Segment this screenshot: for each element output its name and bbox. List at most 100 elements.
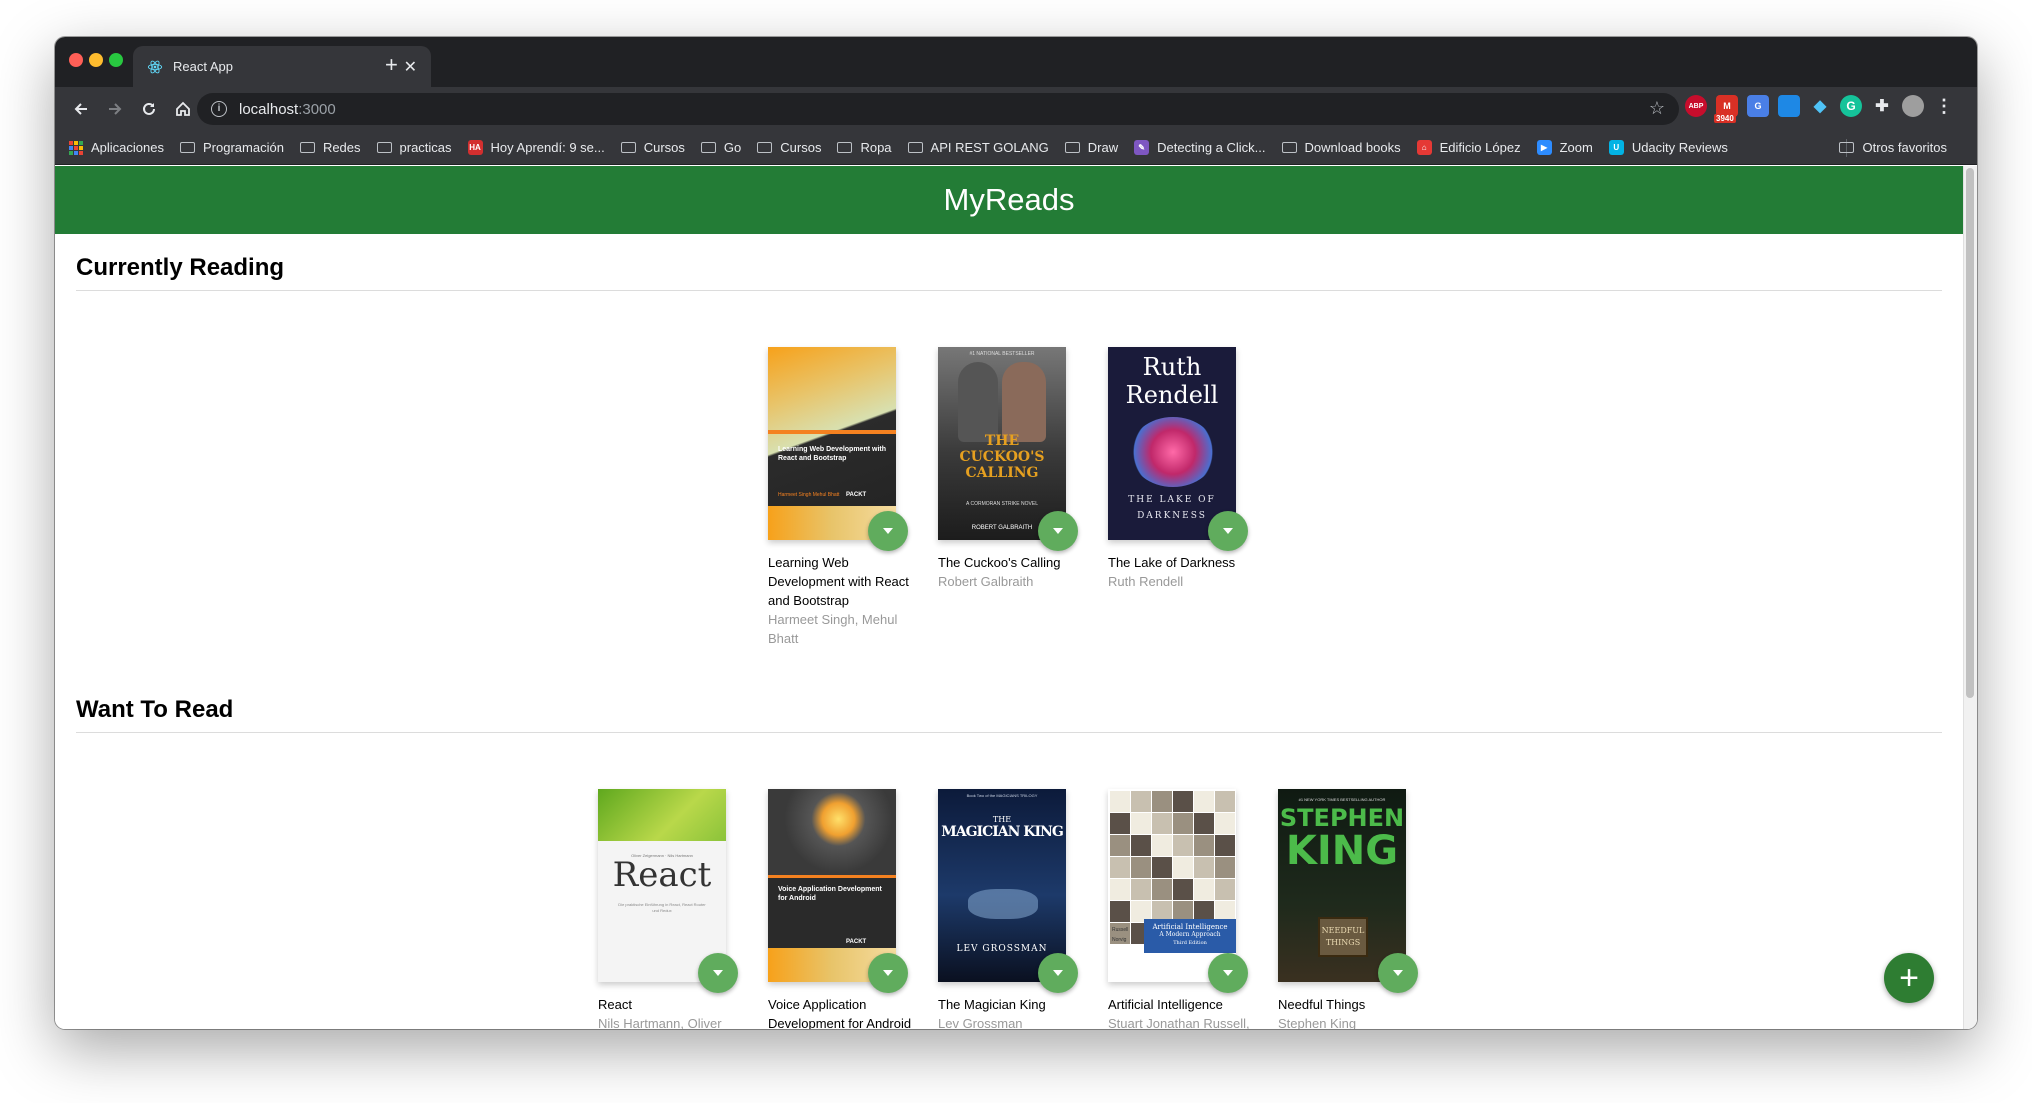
url-port: :3000 [298, 100, 336, 118]
bookmark-ropa[interactable]: Ropa [837, 140, 892, 155]
cover-author-2: KING [1285, 828, 1399, 874]
react-icon [147, 60, 163, 73]
minimize-window-button[interactable] [89, 53, 103, 67]
book-cover: Voice Application Development for Androi… [768, 789, 896, 982]
bookmark-label: Cursos [780, 140, 822, 155]
book-authors: Stephen King [1278, 1016, 1357, 1029]
home-button[interactable] [167, 93, 199, 125]
app-title: MyReads [943, 182, 1075, 217]
cover-line-1: THE [984, 433, 1020, 449]
scrollbar-thumb[interactable] [1966, 168, 1974, 698]
book-title: Learning Web Development with React and … [768, 555, 909, 608]
bookmark-redes[interactable]: Redes [299, 140, 361, 155]
bookmark-practicas[interactable]: practicas [376, 140, 452, 155]
address-bar[interactable]: i localhost:3000 ☆ [197, 93, 1679, 125]
cover-line-3: CALLING [965, 465, 1039, 481]
gmail-icon[interactable]: M 3940 [1714, 95, 1738, 123]
folder-icon [757, 142, 773, 153]
bookmark-go[interactable]: Go [700, 140, 741, 155]
grammarly-icon[interactable]: G [1840, 95, 1862, 117]
bookmark-zoom[interactable]: ▶ Zoom [1536, 140, 1593, 155]
book-authors: Ruth Rendell [1108, 574, 1184, 589]
shelf-changer-button[interactable] [868, 953, 908, 993]
bookmark-programacion[interactable]: Programación [180, 140, 284, 155]
cover-author-2: Rendell [1125, 381, 1219, 409]
site-info-icon[interactable]: i [211, 101, 227, 117]
shelf-changer-button[interactable] [1208, 511, 1248, 551]
book-title: Voice Application Development for Androi… [768, 997, 912, 1029]
back-button[interactable] [65, 93, 97, 125]
book-card: Oliver Zeigermann · Nils Hartmann React … [598, 789, 748, 1029]
diamond-icon[interactable]: ◆ [1809, 95, 1831, 117]
shelf-changer-button[interactable] [868, 511, 908, 551]
browser-toolbar: i localhost:3000 ☆ ABP M 3940 G ◆ G ✚ ⋮ [55, 87, 1977, 131]
book-title: React [598, 997, 632, 1012]
bookmark-aplicaciones[interactable]: Aplicaciones [69, 140, 164, 155]
cover-title-1: THE [992, 815, 1012, 824]
menu-icon[interactable]: ⋮ [1933, 95, 1955, 117]
shelf-title-want-to-read: Want To Read [76, 696, 234, 723]
shelf-changer-button[interactable] [1378, 953, 1418, 993]
cover-title-1: Artificial Intelligence [1152, 923, 1228, 931]
screenshot-icon[interactable] [1778, 95, 1800, 117]
cover-brand: PACKT [846, 939, 867, 945]
cover-title-3: Third Edition [1173, 940, 1207, 946]
bookmark-otros-favoritos[interactable]: Otros favoritos [1839, 140, 1947, 155]
forward-button[interactable] [99, 93, 131, 125]
cover-title-1: NEEDFUL [1321, 926, 1365, 935]
bookmark-label: Download books [1304, 140, 1401, 155]
shelf-divider [76, 732, 1942, 733]
shelf-changer-button[interactable] [1038, 511, 1078, 551]
book-authors: Lev Grossman [938, 1016, 1023, 1029]
shelf-changer-button[interactable] [1208, 953, 1248, 993]
bookmark-cursos-1[interactable]: Cursos [620, 140, 685, 155]
bookmark-label: Udacity Reviews [1631, 140, 1728, 155]
bookmark-label: Hoy Aprendí: 9 se... [490, 140, 605, 155]
tab-title: React App [173, 59, 233, 74]
bookmark-udacity-reviews[interactable]: U Udacity Reviews [1608, 140, 1728, 155]
new-tab-button[interactable]: + [385, 52, 398, 78]
add-book-button[interactable]: + [1884, 953, 1934, 1003]
bookmark-star-icon[interactable]: ☆ [1649, 98, 1665, 119]
cover-title-2: MAGICIAN KING [941, 824, 1064, 840]
book-authors: Stuart Jonathan Russell, Peter Norvig [1108, 1016, 1250, 1029]
puzzle-icon[interactable]: ✚ [1871, 95, 1893, 117]
cover-title-2: A Modern Approach [1159, 931, 1221, 938]
avatar-icon[interactable] [1902, 95, 1924, 117]
cover-sub: Die praktische Einführung in React, Reac… [618, 902, 706, 913]
adblock-plus-icon[interactable]: ABP [1685, 95, 1707, 117]
book-title: The Cuckoo's Calling [938, 555, 1061, 570]
bookmark-hoy-aprendi[interactable]: HA Hoy Aprendí: 9 se... [467, 140, 605, 155]
shelf-changer-button[interactable] [1038, 953, 1078, 993]
book-card: Learning Web Development with React and … [768, 347, 918, 648]
close-window-button[interactable] [69, 53, 83, 67]
reload-icon [143, 102, 155, 115]
vertical-scrollbar[interactable] [1963, 166, 1977, 1029]
reload-button[interactable] [133, 93, 165, 125]
book-cover: #1 NEW YORK TIMES BESTSELLING AUTHOR STE… [1278, 789, 1406, 982]
bookmark-label: Ropa [860, 140, 892, 155]
bookmark-cursos-2[interactable]: Cursos [757, 140, 821, 155]
folder-icon [700, 142, 716, 153]
app-header: MyReads [55, 166, 1963, 234]
close-tab-icon[interactable]: ✕ [404, 57, 417, 77]
arrow-right-icon [109, 103, 122, 115]
book-authors: Harmeet Singh, Mehul Bhatt [768, 612, 898, 646]
bookmark-download-books[interactable]: Download books [1281, 140, 1401, 155]
bookmark-detecting[interactable]: ✎ Detecting a Click... [1134, 140, 1266, 155]
maximize-window-button[interactable] [109, 53, 123, 67]
translate-icon[interactable]: G [1747, 95, 1769, 117]
bookmark-draw[interactable]: Draw [1064, 140, 1119, 155]
bookmark-api-rest-golang[interactable]: API REST GOLANG [907, 140, 1049, 155]
book-title: The Magician King [938, 997, 1046, 1012]
desktop: React App ✕ + i localhost:3000 ☆ ABP M … [0, 0, 2032, 1103]
extensions-area: ABP M 3940 G ◆ G ✚ ⋮ [1685, 95, 1955, 123]
bookmark-edificio-lopez[interactable]: ⌂ Edificio López [1416, 140, 1521, 155]
book-cover: Ruth Rendell THE LAKE OF DARKNESS [1108, 347, 1236, 540]
book-authors: Nils Hartmann, Oliver Zeigermann [598, 1016, 722, 1029]
arrow-left-icon [74, 103, 87, 115]
bookmark-label: Cursos [643, 140, 685, 155]
cover-author: LEV GROSSMAN [956, 944, 1048, 954]
bookmark-label: Draw [1087, 140, 1119, 155]
shelf-changer-button[interactable] [698, 953, 738, 993]
